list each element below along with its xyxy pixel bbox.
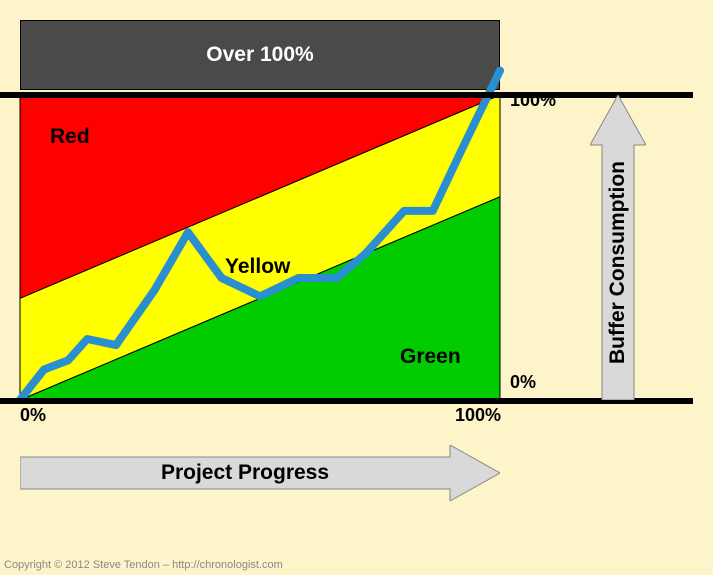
copyright-text: Copyright © 2012 Steve Tendon – http://c…: [4, 559, 283, 571]
green-zone-label: Green: [400, 345, 461, 369]
fever-chart: Over 100%: [20, 20, 500, 400]
y-axis-label: Buffer Consumption: [590, 95, 646, 400]
x-axis-arrow: Project Progress: [20, 445, 500, 501]
y-axis-arrow: Buffer Consumption: [590, 95, 646, 400]
red-zone-label: Red: [50, 125, 90, 149]
yellow-zone-label: Yellow: [225, 255, 290, 279]
x-tick-0: 0%: [20, 405, 46, 426]
over-100-band: Over 100%: [20, 20, 500, 90]
x-axis-label: Project Progress: [20, 445, 500, 501]
y-tick-100: 100%: [510, 90, 556, 111]
x-tick-100: 100%: [455, 405, 501, 426]
over-100-label: Over 100%: [206, 43, 313, 67]
y-tick-0: 0%: [510, 372, 536, 393]
